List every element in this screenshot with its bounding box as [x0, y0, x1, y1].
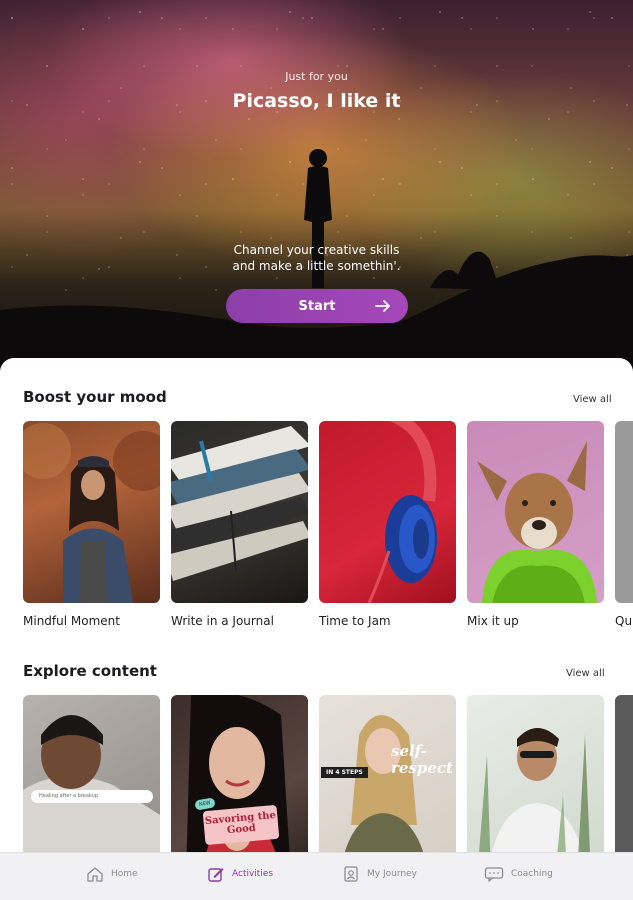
start-button[interactable]: Start: [226, 289, 408, 323]
card-mindful-moment[interactable]: Mindful Moment: [23, 421, 160, 628]
card-partial[interactable]: Qu: [615, 421, 633, 628]
boost-carousel[interactable]: Mindful Moment Write in a Journal Time t…: [23, 421, 633, 628]
arrow-right-icon: [375, 300, 390, 312]
explore-carousel[interactable]: Healing after a breakup NEW Savoring the…: [23, 695, 633, 877]
view-all-explore-link[interactable]: View all: [566, 668, 605, 679]
nav-activities[interactable]: Activities: [207, 865, 273, 883]
explore-card-3[interactable]: IN 4 STEPS self-respect: [319, 695, 456, 877]
explore-image-2: NEW Savoring the Good: [171, 695, 308, 877]
journal-image: [171, 421, 308, 603]
partial-card-image: [615, 421, 633, 603]
section-title-explore: Explore content: [23, 662, 157, 680]
in-steps-label: IN 4 STEPS: [321, 767, 368, 778]
nav-activities-label: Activities: [232, 869, 274, 879]
nav-home-label: Home: [111, 869, 138, 879]
dog-image: [467, 421, 604, 603]
card-mix-it-up[interactable]: Mix it up: [467, 421, 604, 628]
hero-eyebrow: Just for you: [285, 70, 348, 83]
hero-banner: Just for you Picasso, I like it Channel …: [0, 0, 633, 380]
card-label: Write in a Journal: [171, 614, 274, 628]
bottom-navigation: Home Activities My Journey Coaching: [0, 852, 633, 900]
start-button-label: Start: [298, 298, 336, 314]
explore-card-partial[interactable]: [615, 695, 633, 877]
nav-my-journey-label: My Journey: [367, 869, 417, 879]
nav-home[interactable]: Home: [86, 865, 138, 883]
pencil-square-icon: [208, 868, 224, 882]
card-label: Mindful Moment: [23, 614, 120, 628]
explore-image-1: Healing after a breakup: [23, 695, 160, 877]
card-write-in-a-journal[interactable]: Write in a Journal: [171, 421, 308, 628]
card-label: Mix it up: [467, 614, 519, 628]
explore-card-4[interactable]: [467, 695, 604, 877]
search-pill: Healing after a breakup: [31, 790, 153, 803]
card-label: Qu: [615, 614, 633, 628]
search-pill-text: Healing after a breakup: [39, 793, 99, 799]
card-label: Time to Jam: [319, 614, 391, 628]
nav-coaching[interactable]: Coaching: [484, 865, 553, 883]
savoring-card: Savoring the Good: [202, 804, 280, 846]
partial-card-image: [615, 695, 633, 877]
headphones-image: [319, 421, 456, 603]
explore-image-3: IN 4 STEPS self-respect: [319, 695, 456, 877]
home-icon: [87, 867, 103, 882]
nav-coaching-label: Coaching: [511, 869, 553, 879]
view-all-boost-link[interactable]: View all: [573, 394, 612, 405]
chat-icon: [484, 867, 504, 882]
mindful-moment-image: [23, 421, 160, 603]
explore-card-1[interactable]: Healing after a breakup: [23, 695, 160, 877]
explore-card-2[interactable]: NEW Savoring the Good: [171, 695, 308, 877]
card-time-to-jam[interactable]: Time to Jam: [319, 421, 456, 628]
hero-subtitle: Channel your creative skills and make a …: [0, 242, 633, 274]
hero-subtitle-line-1: Channel your creative skills: [233, 243, 400, 257]
explore-image-4: [467, 695, 604, 877]
section-title-boost: Boost your mood: [23, 388, 167, 406]
hero-subtitle-line-2: and make a little somethin'.: [232, 259, 401, 273]
journey-icon: [344, 866, 358, 882]
self-respect-text: self-respect: [391, 742, 453, 777]
content-sheet: Boost your mood View all Mindful Moment: [0, 358, 633, 900]
hero-title: Picasso, I like it: [232, 90, 401, 112]
nav-my-journey[interactable]: My Journey: [342, 865, 417, 883]
